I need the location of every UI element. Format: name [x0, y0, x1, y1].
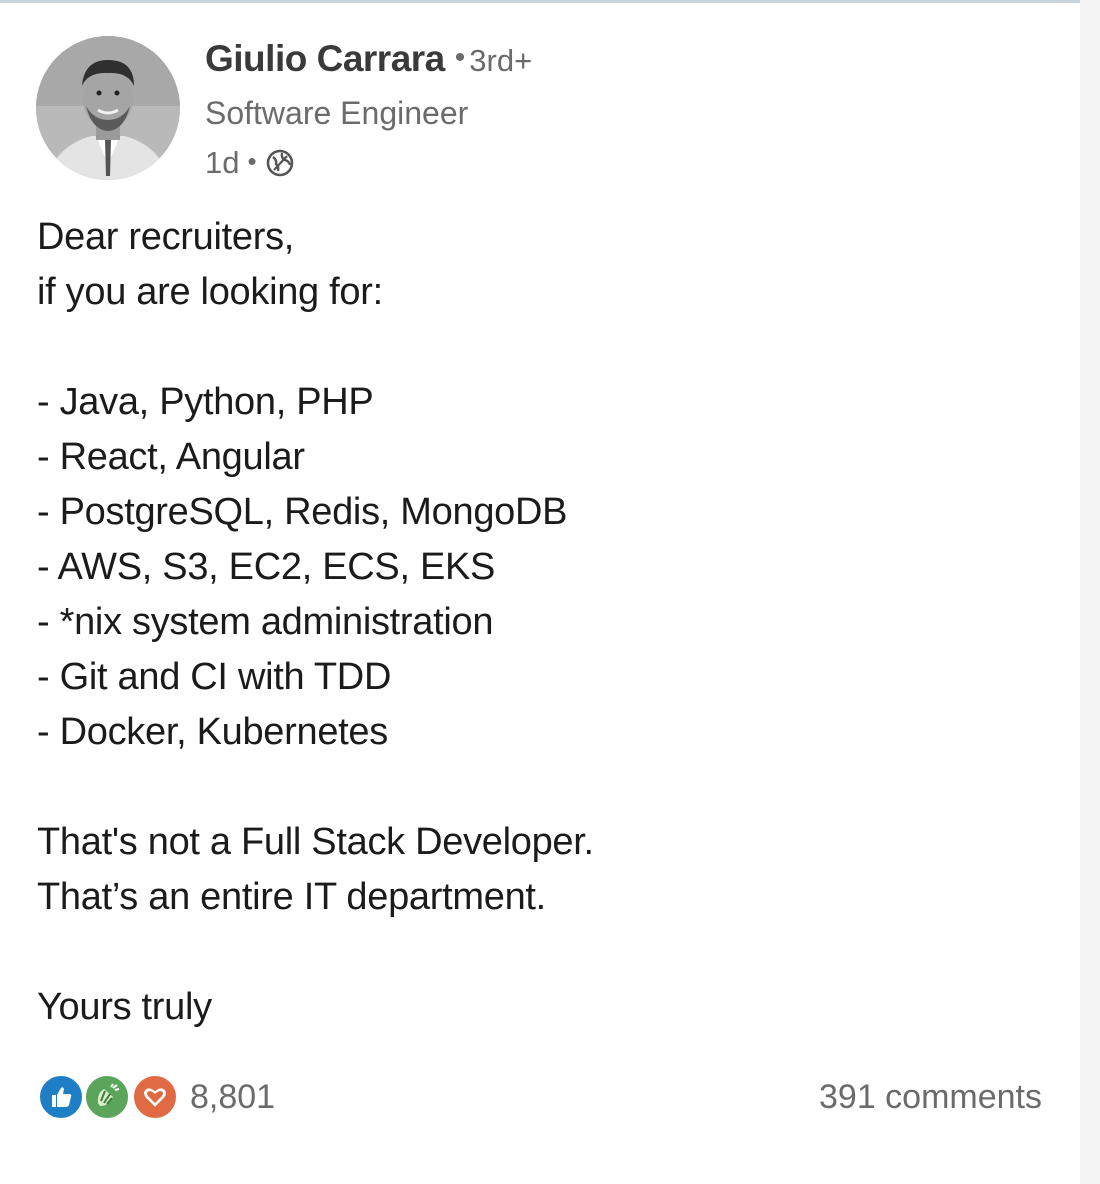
- post-text-line: Yours truly: [37, 986, 212, 1028]
- love-icon: [132, 1074, 178, 1120]
- post-list-item: - Java, Python, PHP: [37, 381, 374, 423]
- post-body: Dear recruiters, if you are looking for:…: [37, 210, 1057, 1035]
- post-text-line: That’s an entire IT department.: [37, 876, 546, 918]
- post-list-item: - AWS, S3, EC2, ECS, EKS: [37, 546, 496, 588]
- post-list-item: - Git and CI with TDD: [37, 656, 392, 698]
- connection-degree: 3rd+: [469, 43, 533, 78]
- post-list-item: - Docker, Kubernetes: [37, 711, 388, 753]
- comments-count-link[interactable]: 391 comments: [819, 1078, 1042, 1117]
- celebrate-icon: [84, 1074, 130, 1120]
- author-headline: Software Engineer: [205, 95, 469, 131]
- globe-icon: [265, 148, 295, 178]
- reactions-summary[interactable]: 8,801: [38, 1074, 275, 1120]
- post-text-line: That's not a Full Stack Developer.: [37, 821, 594, 863]
- post-text-line: if you are looking for:: [37, 271, 383, 313]
- author-name[interactable]: Giulio Carrara: [205, 38, 445, 79]
- author-avatar[interactable]: [36, 36, 180, 180]
- meta-separator: •: [247, 145, 257, 176]
- like-icon: [38, 1074, 84, 1120]
- scroll-edge: [1080, 0, 1100, 1184]
- post-list-item: - *nix system administration: [37, 601, 494, 643]
- post-list-item: - React, Angular: [37, 436, 305, 478]
- post-meta: 1d •: [205, 145, 295, 181]
- post-list-item: - PostgreSQL, Redis, MongoDB: [37, 491, 568, 533]
- degree-separator: •: [454, 41, 466, 74]
- post-time: 1d: [205, 145, 240, 180]
- reaction-icons: [38, 1074, 178, 1120]
- reaction-count: 8,801: [190, 1077, 276, 1116]
- top-divider: [0, 0, 1080, 3]
- post-text-line: Dear recruiters,: [37, 216, 295, 258]
- author-line: Giulio Carrara • 3rd+: [205, 38, 532, 80]
